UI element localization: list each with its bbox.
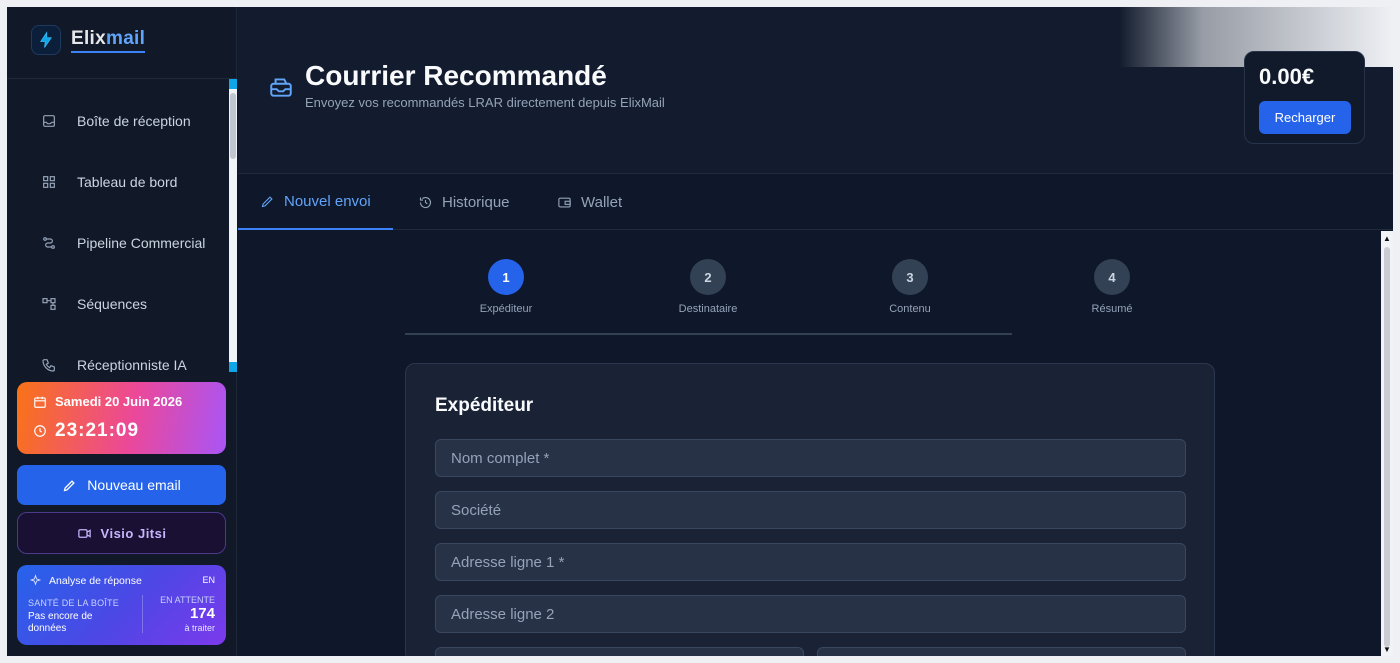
calendar-icon xyxy=(34,396,46,408)
visio-jitsi-button[interactable]: Visio Jitsi xyxy=(17,512,226,554)
pending-sub: à traiter xyxy=(184,623,215,633)
tab-wallet[interactable]: Wallet xyxy=(557,175,622,230)
recharge-button[interactable]: Recharger xyxy=(1259,101,1351,134)
new-email-button[interactable]: Nouveau email xyxy=(17,465,226,505)
company-field[interactable]: Société xyxy=(435,491,1186,529)
page-title: Courrier Recommandé xyxy=(305,60,607,91)
video-icon xyxy=(77,528,91,538)
stepper: 1 Expéditeur 2 Destinataire 3 Contenu 4 … xyxy=(405,250,1132,340)
step-4[interactable]: 4 Résumé xyxy=(1052,259,1172,315)
datetime-card: Samedi 20 Juin 2026 23:21:09 xyxy=(17,382,226,454)
logo-text: Elixmail xyxy=(71,28,146,53)
tab-label: Wallet xyxy=(581,194,623,211)
step-1[interactable]: 1 Expéditeur xyxy=(446,259,566,315)
analysis-card[interactable]: Analyse de réponse EN SANTÉ DE LA BOÎTE … xyxy=(17,565,226,645)
scroll-down-icon[interactable] xyxy=(229,362,237,372)
scroll-down-icon[interactable]: ▼ xyxy=(1383,645,1391,654)
sidebar-item-inbox[interactable]: Boîte de réception xyxy=(7,96,229,146)
pipeline-icon xyxy=(43,237,55,249)
address-line2-field[interactable]: Adresse ligne 2 xyxy=(435,595,1186,633)
step-label: Expéditeur xyxy=(479,303,533,315)
app-window: Elixmail Boîte de réception Tableau de b… xyxy=(7,7,1393,656)
scroll-up-icon[interactable]: ▲ xyxy=(1383,234,1391,243)
page-header: Courrier Recommandé Envoyez vos recomman… xyxy=(238,7,1393,174)
form-title: Expéditeur xyxy=(435,395,534,416)
content-scrollbar[interactable]: ▲ ▼ xyxy=(1381,231,1393,656)
step-3[interactable]: 3 Contenu xyxy=(850,259,970,315)
tab-label: Nouvel envoi xyxy=(284,193,371,210)
main-content: Courrier Recommandé Envoyez vos recomman… xyxy=(238,7,1393,656)
step-number: 4 xyxy=(1094,259,1130,295)
phone-icon xyxy=(42,359,55,372)
date-text: Samedi 20 Juin 2026 xyxy=(55,394,183,409)
health-label: SANTÉ DE LA BOÎTE xyxy=(28,598,119,608)
pencil-icon xyxy=(63,479,76,491)
step-number: 2 xyxy=(690,259,726,295)
tab-new-send[interactable]: Nouvel envoi xyxy=(238,175,393,230)
scroll-up-icon[interactable] xyxy=(229,79,237,89)
scroll-thumb[interactable] xyxy=(1384,247,1390,647)
sequences-icon xyxy=(42,298,56,310)
analysis-divider xyxy=(142,595,143,633)
sidebar-item-receptionist[interactable]: Réceptionniste IA xyxy=(7,340,229,372)
balance-amount: 0.00€ xyxy=(1259,64,1315,89)
mailbox-icon xyxy=(268,74,294,100)
balance-card: 0.00€ Recharger xyxy=(1244,51,1365,144)
city-field[interactable] xyxy=(817,647,1186,656)
sidebar-item-pipeline[interactable]: Pipeline Commercial xyxy=(7,218,229,268)
sidebar-item-dashboard[interactable]: Tableau de bord xyxy=(7,157,229,207)
tab-history[interactable]: Historique xyxy=(418,175,510,230)
tab-label: Historique xyxy=(442,194,510,211)
step-label: Résumé xyxy=(1091,303,1133,315)
sidebar-item-label: Tableau de bord xyxy=(77,174,178,190)
dashboard-icon xyxy=(43,176,55,188)
step-progress-line xyxy=(405,333,1012,335)
inbox-icon xyxy=(43,115,55,127)
scroll-thumb[interactable] xyxy=(230,93,236,159)
sidebar-item-label: Pipeline Commercial xyxy=(77,235,206,251)
step-2[interactable]: 2 Destinataire xyxy=(648,259,768,315)
address-line1-field[interactable]: Adresse ligne 1 * xyxy=(435,543,1186,581)
step-number: 3 xyxy=(892,259,928,295)
step-label: Destinataire xyxy=(678,303,738,315)
visio-label: Visio Jitsi xyxy=(100,525,167,541)
page-subtitle: Envoyez vos recommandés LRAR directement… xyxy=(305,95,665,110)
sidebar: Elixmail Boîte de réception Tableau de b… xyxy=(7,7,237,656)
health-value: Pas encore de données xyxy=(28,611,93,634)
time-text: 23:21:09 xyxy=(55,420,140,441)
analysis-title: Analyse de réponse xyxy=(49,574,142,587)
step-number: 1 xyxy=(488,259,524,295)
tab-bar: Nouvel envoi Historique Wallet xyxy=(238,175,1393,230)
sidebar-item-label: Boîte de réception xyxy=(77,113,191,129)
sidebar-scrollbar[interactable] xyxy=(229,79,237,372)
pending-count: 174 xyxy=(189,605,215,622)
full-name-field[interactable]: Nom complet * xyxy=(435,439,1186,477)
sidebar-nav: Boîte de réception Tableau de bord Pipel… xyxy=(7,79,229,372)
sidebar-item-sequences[interactable]: Séquences xyxy=(7,279,229,329)
pencil-icon xyxy=(261,196,273,208)
bolt-icon xyxy=(31,25,61,55)
pending-label: EN ATTENTE xyxy=(160,595,215,605)
postal-code-field[interactable] xyxy=(435,647,804,656)
sender-form: Expéditeur Nom complet * Société Adresse… xyxy=(405,363,1215,656)
logo[interactable]: Elixmail xyxy=(31,25,146,55)
sparkle-icon xyxy=(29,574,42,586)
history-icon xyxy=(419,196,432,209)
language-badge[interactable]: EN xyxy=(202,575,215,585)
step-label: Contenu xyxy=(889,303,931,315)
clock-icon xyxy=(34,425,46,437)
sidebar-item-label: Réceptionniste IA xyxy=(77,357,187,372)
new-email-label: Nouveau email xyxy=(87,477,181,493)
wallet-icon xyxy=(558,197,571,208)
sidebar-item-label: Séquences xyxy=(77,296,148,312)
